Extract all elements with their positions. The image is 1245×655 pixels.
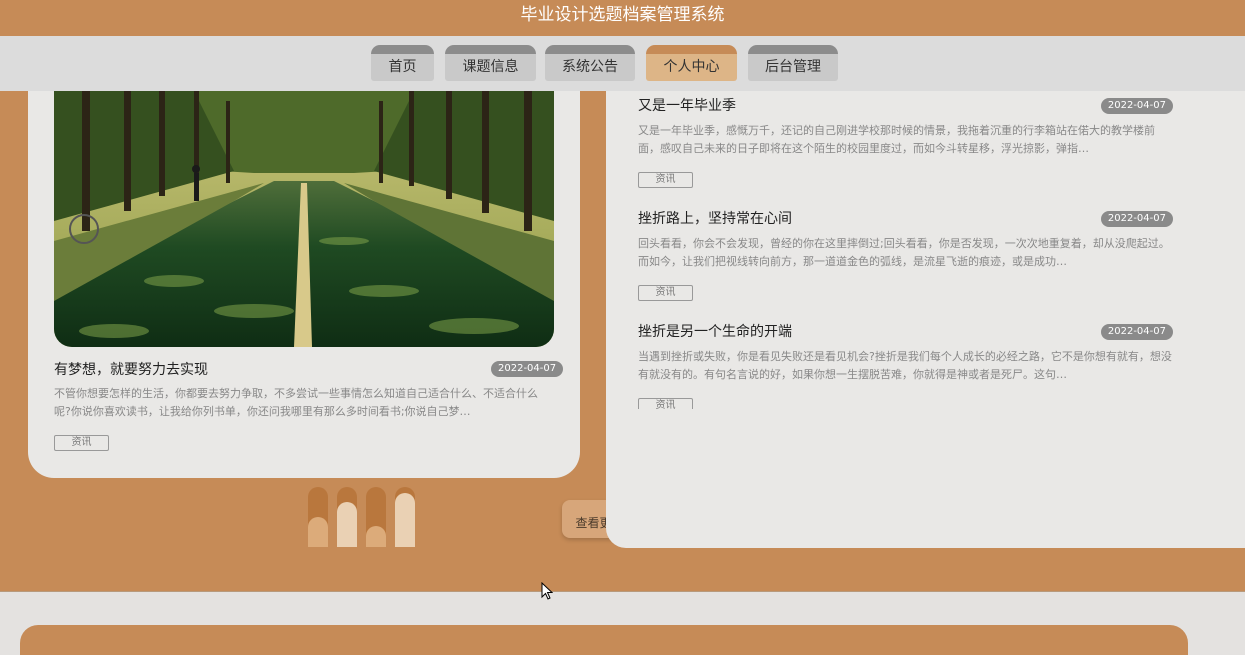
featured-news-date: 2022-04-07 xyxy=(491,361,564,377)
featured-news-tag: 资讯 xyxy=(54,435,109,451)
news-item-date: 2022-04-07 xyxy=(1100,324,1173,340)
app-title: 毕业设计选题档案管理系统 xyxy=(520,5,725,25)
news-item-tag: 资讯 xyxy=(638,285,693,301)
news-item-3[interactable]: 挫折是另一个生命的开端 2022-04-07 当遇到挫折或失败，你是看见失败还是… xyxy=(638,319,1173,409)
cursor-arrow-icon xyxy=(541,581,554,604)
nav-admin[interactable]: 后台管理 xyxy=(748,45,838,81)
pager-dot-3-fill xyxy=(366,526,386,547)
pager-dot-2[interactable] xyxy=(337,487,357,547)
news-item-1[interactable]: 又是一年毕业季 2022-04-07 又是一年毕业季，感慨万千，还记的自己刚进学… xyxy=(638,93,1173,193)
pager-dot-1-fill xyxy=(308,517,328,547)
news-item-title[interactable]: 挫折路上，坚持常在心间 xyxy=(638,208,792,228)
news-item-title[interactable]: 挫折是另一个生命的开端 xyxy=(638,321,792,341)
tree-lined-path-image xyxy=(54,91,554,347)
news-item-excerpt: 又是一年毕业季，感慨万千，还记的自己刚进学校那时候的情景，我拖着沉重的行李箱站在… xyxy=(638,124,1155,155)
featured-news-card[interactable]: 有梦想，就要努力去实现 2022-04-07 不管你想要怎样的生活，你都要去努力… xyxy=(28,91,580,478)
featured-news-excerpt: 不管你想要怎样的生活，你都要去努力争取，不多尝试一些事情怎么知道自己适合什么、不… xyxy=(54,387,538,418)
news-item-excerpt: 回头看看，你会不会发现，曾经的你在这里摔倒过;回头看看，你是否发现，一次次地重复… xyxy=(638,237,1170,268)
news-item-title[interactable]: 又是一年毕业季 xyxy=(638,95,736,115)
news-item-date: 2022-04-07 xyxy=(1100,211,1173,227)
nav-personal-center[interactable]: 个人中心 xyxy=(646,45,737,81)
nav-home[interactable]: 首页 xyxy=(371,45,434,81)
next-section-card xyxy=(20,625,1188,655)
pager-dot-3[interactable] xyxy=(366,487,386,547)
featured-news-image[interactable] xyxy=(54,91,554,347)
app-title-bar: 毕业设计选题档案管理系统 xyxy=(0,0,1245,36)
main-nav: 首页 课题信息 系统公告 个人中心 后台管理 xyxy=(0,36,1245,91)
pager-dot-4-fill xyxy=(395,493,415,547)
news-item-tag: 资讯 xyxy=(638,172,693,188)
news-item-excerpt: 当遇到挫折或失败，你是看见失败还是看见机会?挫折是我们每个人成长的必经之路，它不… xyxy=(638,350,1172,381)
news-item-date: 2022-04-07 xyxy=(1100,98,1173,114)
nav-announcements[interactable]: 系统公告 xyxy=(545,45,635,81)
pager-dot-1[interactable] xyxy=(308,487,328,547)
news-item-2[interactable]: 挫折路上，坚持常在心间 2022-04-07 回头看看，你会不会发现，曾经的你在… xyxy=(638,206,1173,306)
pager-dot-2-fill xyxy=(337,502,357,547)
nav-topic-info[interactable]: 课题信息 xyxy=(445,45,536,81)
pager-dot-4[interactable] xyxy=(395,487,415,547)
news-list-panel: 又是一年毕业季 2022-04-07 又是一年毕业季，感慨万千，还记的自己刚进学… xyxy=(606,91,1245,548)
featured-news-title[interactable]: 有梦想，就要努力去实现 xyxy=(54,359,208,379)
news-item-tag: 资讯 xyxy=(638,398,693,409)
